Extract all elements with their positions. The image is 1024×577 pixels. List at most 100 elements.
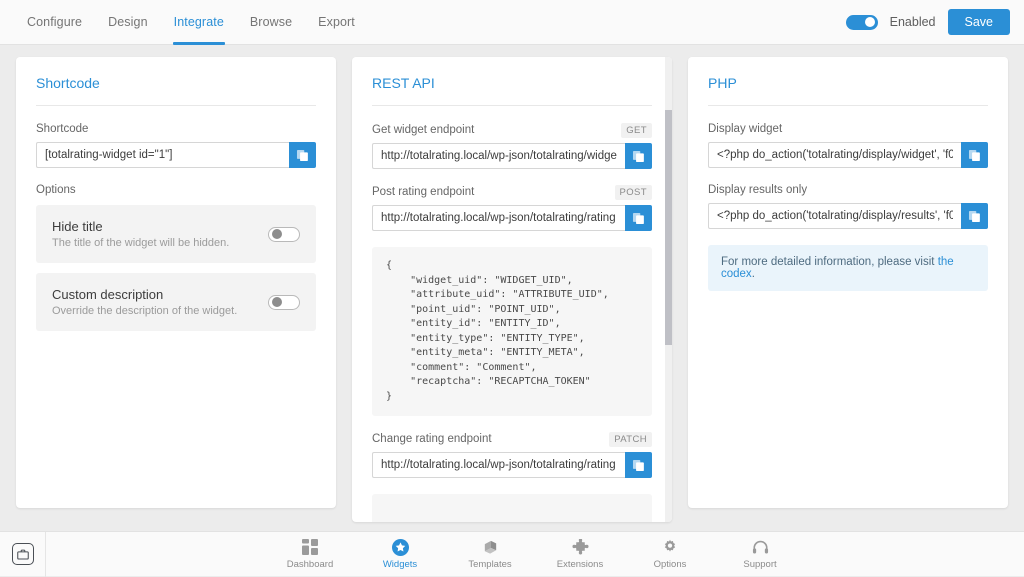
get-endpoint-input[interactable] [372, 143, 625, 169]
option-texts: Hide title The title of the widget will … [52, 219, 268, 249]
app-launcher-button[interactable] [0, 532, 46, 577]
copy-icon [632, 459, 645, 472]
save-button[interactable]: Save [948, 9, 1011, 35]
tab-label: Integrate [174, 15, 224, 29]
option-custom-description[interactable]: Custom description Override the descript… [36, 273, 316, 331]
nav-label: Dashboard [287, 559, 333, 570]
nav-label: Extensions [557, 559, 603, 570]
nav-label: Widgets [383, 559, 417, 570]
main-tab-bar: Configure Design Integrate Browse Export [0, 0, 368, 45]
nav-item-dashboard[interactable]: Dashboard [279, 539, 341, 570]
tab-label: Export [318, 15, 355, 29]
nav-item-templates[interactable]: Templates [459, 539, 521, 570]
tab-label: Browse [250, 15, 292, 29]
nav-item-extensions[interactable]: Extensions [549, 539, 611, 570]
headset-icon [752, 539, 769, 556]
toggle-knob [272, 229, 282, 239]
shortcode-panel-title: Shortcode [36, 75, 316, 106]
tab-design[interactable]: Design [95, 0, 161, 45]
option-description: The title of the widget will be hidden. [52, 237, 268, 249]
patch-endpoint-header: Change rating endpoint PATCH [372, 432, 652, 452]
rest-api-panel: REST API Get widget endpoint GET Post ra… [352, 57, 672, 522]
copy-icon [968, 210, 981, 223]
rest-panel-scrollbar-thumb[interactable] [665, 110, 672, 345]
layers-icon [482, 539, 499, 556]
display-results-input-group [708, 203, 988, 229]
method-badge-patch: PATCH [609, 432, 652, 447]
copy-patch-endpoint-button[interactable] [625, 452, 652, 478]
rest-api-panel-body: REST API Get widget endpoint GET Post ra… [352, 57, 672, 522]
patch-body-code-block [372, 494, 652, 522]
shortcode-field-label: Shortcode [36, 123, 316, 135]
copy-icon [632, 150, 645, 163]
nav-item-support[interactable]: Support [729, 539, 791, 570]
post-endpoint-label: Post rating endpoint [372, 186, 474, 198]
display-widget-label: Display widget [708, 123, 988, 135]
patch-endpoint-input[interactable] [372, 452, 625, 478]
options-label: Options [36, 184, 316, 196]
toggle-knob [272, 297, 282, 307]
rest-api-panel-title: REST API [372, 75, 652, 106]
option-title: Custom description [52, 287, 268, 302]
nav-item-widgets[interactable]: Widgets [369, 539, 431, 570]
copy-post-endpoint-button[interactable] [625, 205, 652, 231]
top-toolbar: Configure Design Integrate Browse Export… [0, 0, 1024, 45]
post-endpoint-input[interactable] [372, 205, 625, 231]
display-widget-input[interactable] [708, 142, 961, 168]
get-endpoint-input-group [372, 143, 652, 169]
shortcode-panel-body: Shortcode Shortcode Options Hide title T… [16, 57, 336, 508]
copy-icon [296, 149, 309, 162]
option-description: Override the description of the widget. [52, 305, 268, 317]
display-widget-input-group [708, 142, 988, 168]
copy-shortcode-button[interactable] [289, 142, 316, 168]
post-endpoint-input-group [372, 205, 652, 231]
copy-display-results-button[interactable] [961, 203, 988, 229]
briefcase-icon [12, 543, 34, 565]
copy-display-widget-button[interactable] [961, 142, 988, 168]
copy-get-endpoint-button[interactable] [625, 143, 652, 169]
option-hide-title[interactable]: Hide title The title of the widget will … [36, 205, 316, 263]
tab-browse[interactable]: Browse [237, 0, 305, 45]
puzzle-icon [572, 539, 589, 556]
content-area: Shortcode Shortcode Options Hide title T… [0, 45, 1024, 531]
notice-text: For more detailed information, please vi… [721, 256, 938, 268]
notice-suffix: . [752, 268, 755, 280]
toolbar-actions: Enabled Save [846, 9, 1024, 35]
tab-label: Configure [27, 15, 82, 29]
codex-notice: For more detailed information, please vi… [708, 245, 988, 291]
bottom-toolbar: Dashboard Widgets Templates [0, 531, 1024, 576]
php-panel-body: PHP Display widget Display results only [688, 57, 1008, 508]
tab-configure[interactable]: Configure [14, 0, 95, 45]
hide-title-toggle[interactable] [268, 227, 300, 242]
patch-endpoint-label: Change rating endpoint [372, 433, 492, 445]
copy-icon [968, 149, 981, 162]
custom-description-toggle[interactable] [268, 295, 300, 310]
display-results-input[interactable] [708, 203, 961, 229]
shortcode-panel: Shortcode Shortcode Options Hide title T… [16, 57, 336, 508]
get-endpoint-header: Get widget endpoint GET [372, 123, 652, 143]
method-badge-post: POST [615, 185, 652, 200]
nav-label: Templates [468, 559, 511, 570]
briefcase-glyph [17, 549, 29, 560]
star-badge-icon [392, 539, 409, 556]
option-title: Hide title [52, 219, 268, 234]
tab-integrate[interactable]: Integrate [161, 0, 237, 45]
gear-icon [662, 539, 678, 556]
bottom-nav: Dashboard Widgets Templates [46, 532, 1024, 577]
post-endpoint-header: Post rating endpoint POST [372, 185, 652, 205]
php-panel: PHP Display widget Display results only [688, 57, 1008, 508]
post-body-code-block: { "widget_uid": "WIDGET_UID", "attribute… [372, 247, 652, 416]
toggle-knob [865, 17, 875, 27]
tab-export[interactable]: Export [305, 0, 368, 45]
patch-endpoint-input-group [372, 452, 652, 478]
display-results-label: Display results only [708, 184, 988, 196]
shortcode-input[interactable] [36, 142, 289, 168]
enabled-toggle[interactable] [846, 15, 878, 30]
php-panel-title: PHP [708, 75, 988, 106]
nav-item-options[interactable]: Options [639, 539, 701, 570]
rest-panel-scrollbar-track[interactable] [665, 57, 672, 522]
tab-label: Design [108, 15, 148, 29]
grid-icon [302, 539, 318, 556]
enabled-label: Enabled [890, 15, 936, 29]
shortcode-input-group [36, 142, 316, 168]
